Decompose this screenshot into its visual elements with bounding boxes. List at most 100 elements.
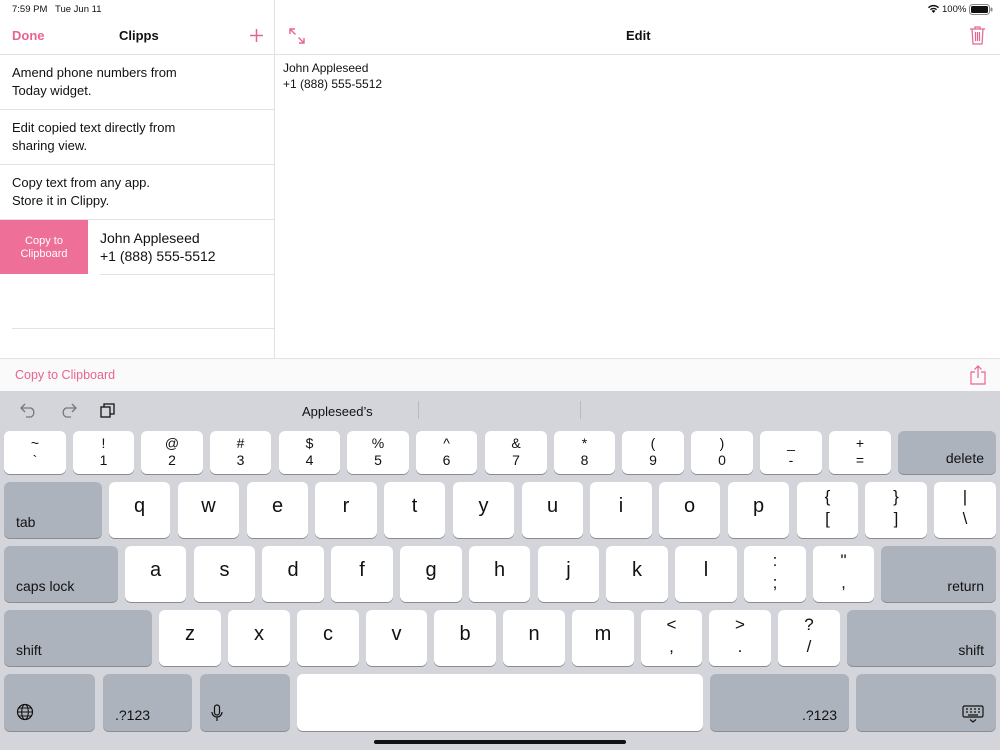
- row-divider: [100, 274, 274, 275]
- key-9[interactable]: (9: [622, 431, 684, 474]
- edit-text-line: +1 (888) 555-5512: [283, 77, 383, 91]
- suggestion-separator: [418, 401, 419, 419]
- shift-left-key[interactable]: shift: [4, 610, 152, 666]
- edit-pane: Edit John Appleseed +1 (888) 555-5512: [275, 18, 1000, 358]
- add-icon[interactable]: [249, 28, 264, 43]
- copy-to-clipboard-swipe-button[interactable]: Copy to Clipboard: [0, 220, 88, 274]
- home-indicator: [374, 740, 626, 744]
- shift-right-key[interactable]: shift: [847, 610, 996, 666]
- key-q[interactable]: q: [109, 482, 170, 538]
- clip-line: Amend phone numbers from: [12, 65, 177, 80]
- key-comma[interactable]: <,: [641, 610, 702, 666]
- space-bar[interactable]: [297, 674, 703, 731]
- delete-key[interactable]: delete: [898, 431, 996, 474]
- key-equals[interactable]: + =: [829, 431, 891, 474]
- clip-item-swiped[interactable]: Copy to Clipboard John Appleseed +1 (888) …: [0, 220, 274, 275]
- key-c[interactable]: c: [297, 610, 359, 666]
- edit-title: Edit: [626, 28, 651, 43]
- edit-text-area[interactable]: John Appleseed +1 (888) 555-5512: [283, 60, 382, 92]
- edit-navbar: Edit: [275, 18, 1000, 55]
- key-semicolon[interactable]: :;: [744, 546, 806, 602]
- key-z[interactable]: z: [159, 610, 221, 666]
- key-v[interactable]: v: [366, 610, 427, 666]
- undo-icon[interactable]: [20, 403, 38, 418]
- key-h[interactable]: h: [469, 546, 530, 602]
- key-slash[interactable]: ? /: [778, 610, 840, 666]
- key-n[interactable]: n: [503, 610, 565, 666]
- key-m[interactable]: m: [572, 610, 634, 666]
- dismiss-keyboard-key[interactable]: [856, 674, 996, 731]
- key-i[interactable]: i: [590, 482, 652, 538]
- trash-icon[interactable]: [969, 25, 986, 45]
- key-d[interactable]: d: [262, 546, 324, 602]
- battery-icon: [969, 4, 993, 15]
- key-1[interactable]: ! 1: [73, 431, 134, 474]
- clip-item[interactable]: Edit copied text directly from sharing vi…: [0, 110, 274, 165]
- clip-line: Today widget.: [12, 83, 92, 98]
- numbers-key-left[interactable]: .?123: [103, 674, 192, 731]
- return-key[interactable]: return: [881, 546, 996, 602]
- key-o[interactable]: o: [659, 482, 720, 538]
- dictation-key[interactable]: [200, 674, 290, 731]
- caps-lock-key[interactable]: caps lock: [4, 546, 118, 602]
- done-button[interactable]: Done: [12, 28, 45, 43]
- key-u[interactable]: u: [522, 482, 583, 538]
- key-r[interactable]: r: [315, 482, 377, 538]
- clip-line: John Appleseed: [100, 230, 200, 246]
- key-s[interactable]: s: [194, 546, 255, 602]
- status-bar: 7:59 PM Tue Jun 11 100%: [0, 0, 1000, 18]
- clips-navbar: Done Clipps: [0, 18, 274, 55]
- key-bracket-right[interactable]: }]: [865, 482, 927, 538]
- wifi-icon: [927, 4, 940, 13]
- clip-line: +1 (888) 555-5512: [100, 248, 216, 264]
- key-3[interactable]: #3: [210, 431, 271, 474]
- clip-line: Edit copied text directly from: [12, 120, 176, 135]
- battery-percent: 100%: [942, 4, 967, 15]
- key-7[interactable]: & 7: [485, 431, 547, 474]
- key-x[interactable]: x: [228, 610, 290, 666]
- key-l[interactable]: l: [675, 546, 737, 602]
- key-4[interactable]: $4: [279, 431, 340, 474]
- key-backslash[interactable]: | \: [934, 482, 996, 538]
- numbers-key-right[interactable]: .?123: [710, 674, 849, 731]
- key-period[interactable]: >.: [709, 610, 771, 666]
- key-a[interactable]: a: [125, 546, 186, 602]
- key-quote[interactable]: ",: [813, 546, 874, 602]
- key-e[interactable]: e: [247, 482, 308, 538]
- clip-item[interactable]: Amend phone numbers from Today widget.: [0, 55, 274, 110]
- clip-line: Copy text from any app.: [12, 175, 151, 190]
- key-minus[interactable]: _ -: [760, 431, 822, 474]
- key-t[interactable]: t: [384, 482, 445, 538]
- share-icon[interactable]: [969, 365, 987, 385]
- key-p[interactable]: p: [728, 482, 789, 538]
- bottom-toolbar: Copy to Clipboard: [0, 358, 1000, 392]
- key-f[interactable]: f: [331, 546, 393, 602]
- tab-key[interactable]: tab: [4, 482, 102, 538]
- key-y[interactable]: y: [453, 482, 514, 538]
- keyboard-dismiss-icon: [962, 705, 984, 723]
- key-8[interactable]: * 8: [554, 431, 615, 474]
- key-5[interactable]: % 5: [347, 431, 409, 474]
- clip-line: sharing view.: [12, 138, 88, 153]
- key-w[interactable]: w: [178, 482, 239, 538]
- clips-list-pane: Done Clipps Amend phone numbers from Toda…: [0, 18, 274, 358]
- key-backtick[interactable]: ~ `: [4, 431, 66, 474]
- paste-icon[interactable]: [100, 403, 116, 418]
- globe-key[interactable]: [4, 674, 95, 731]
- key-0[interactable]: ) 0: [691, 431, 753, 474]
- swipe-action-label: Copy to: [25, 235, 63, 247]
- copy-to-clipboard-button[interactable]: Copy to Clipboard: [15, 368, 115, 382]
- redo-icon[interactable]: [59, 403, 77, 418]
- clip-item[interactable]: Copy text from any app. Store it in Clipp…: [0, 165, 274, 220]
- key-k[interactable]: k: [606, 546, 668, 602]
- key-2[interactable]: @2: [141, 431, 203, 474]
- key-j[interactable]: j: [538, 546, 599, 602]
- clip-line: Store it in Clippy.: [12, 193, 110, 208]
- suggestion-word[interactable]: Appleseed’s: [302, 404, 373, 419]
- expand-icon[interactable]: [288, 27, 306, 45]
- key-6[interactable]: ^ 6: [416, 431, 477, 474]
- key-g[interactable]: g: [400, 546, 462, 602]
- key-b[interactable]: b: [434, 610, 496, 666]
- row-divider: [12, 328, 274, 329]
- key-bracket-left[interactable]: {[: [797, 482, 858, 538]
